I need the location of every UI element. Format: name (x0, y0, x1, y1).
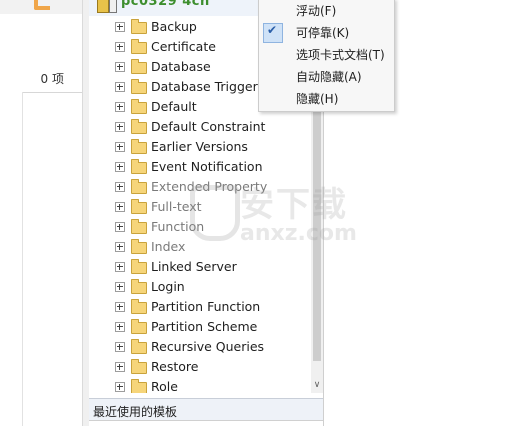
plus-expander-icon[interactable] (115, 282, 125, 292)
tree-node-label: Index (151, 239, 186, 254)
tree-node[interactable]: Linked Server (89, 257, 311, 277)
folder-icon (131, 359, 147, 374)
tree-node[interactable]: Recursive Queries (89, 337, 311, 357)
left-pane: 0 项 (0, 0, 82, 426)
tree-node-label: Certificate (151, 39, 216, 54)
folder-icon (131, 119, 147, 134)
plus-expander-icon[interactable] (115, 222, 125, 232)
left-pane-separator (22, 92, 82, 93)
tree-node-label: Earlier Versions (151, 139, 248, 154)
folder-icon (131, 379, 147, 393)
tree-node-label: Restore (151, 359, 199, 374)
tree-node-label: Default Constraint (151, 119, 266, 134)
plus-expander-icon[interactable] (115, 62, 125, 72)
tree-node[interactable]: Default Constraint (89, 117, 311, 137)
recent-templates-label: 最近使用的模板 (93, 405, 178, 419)
menu-item[interactable]: 选项卡式文档(T) (259, 43, 394, 65)
tree-node-label: Partition Scheme (151, 319, 258, 334)
menu-item[interactable]: ✔ 可停靠(K) (259, 21, 394, 43)
tree-node-label: Linked Server (151, 259, 237, 274)
template-toolbar-icon[interactable] (97, 0, 109, 13)
tree-node-label: Backup (151, 19, 197, 34)
menu-item-label: 选项卡式文档(T) (296, 48, 385, 62)
plus-expander-icon[interactable] (115, 82, 125, 92)
folder-icon (131, 79, 147, 94)
recent-templates-header[interactable]: 最近使用的模板 (89, 398, 323, 421)
menu-item[interactable]: 自动隐藏(A) (259, 65, 394, 87)
tree-node[interactable]: Event Notification (89, 157, 311, 177)
tree-node-label: Role (151, 379, 178, 393)
plus-expander-icon[interactable] (115, 342, 125, 352)
menu-item-label: 浮动(F) (296, 4, 337, 18)
template-toolbar-icon-2[interactable] (109, 0, 117, 13)
plus-expander-icon[interactable] (115, 182, 125, 192)
orange-arrow-icon (34, 0, 50, 10)
tree-node[interactable]: Role (89, 377, 311, 393)
folder-icon (131, 219, 147, 234)
folder-icon (131, 279, 147, 294)
folder-icon (131, 299, 147, 314)
tree-node[interactable]: Earlier Versions (89, 137, 311, 157)
plus-expander-icon[interactable] (115, 202, 125, 212)
plus-expander-icon[interactable] (115, 262, 125, 272)
tree-node[interactable]: Extended Property (89, 177, 311, 197)
tree-node[interactable]: Login (89, 277, 311, 297)
tree-node-label: Full-text (151, 199, 202, 214)
folder-icon (131, 319, 147, 334)
plus-expander-icon[interactable] (115, 242, 125, 252)
tree-node-label: Login (151, 279, 185, 294)
tree-node-label: Database Trigger (151, 79, 258, 94)
tree-node-label: Extended Property (151, 179, 268, 194)
plus-expander-icon[interactable] (115, 322, 125, 332)
folder-icon (131, 239, 147, 254)
plus-expander-icon[interactable] (115, 42, 125, 52)
tree-node[interactable]: Partition Function (89, 297, 311, 317)
tree-node-label: Default (151, 99, 197, 114)
menu-item-label: 隐藏(H) (296, 92, 339, 106)
folder-icon (131, 139, 147, 154)
toolbar-title: pc0329 4ch (121, 0, 210, 9)
folder-icon (131, 19, 147, 34)
tree-node[interactable]: Full-text (89, 197, 311, 217)
left-pane-vertical-line (22, 92, 23, 426)
folder-icon (131, 199, 147, 214)
folder-icon (131, 99, 147, 114)
tree-node[interactable]: Index (89, 237, 311, 257)
plus-expander-icon[interactable] (115, 102, 125, 112)
menu-item-label: 可停靠(K) (296, 26, 350, 40)
plus-expander-icon[interactable] (115, 122, 125, 132)
chevron-down-icon[interactable]: ∨ (313, 381, 321, 390)
menu-item-label: 自动隐藏(A) (296, 70, 362, 84)
folder-icon (131, 159, 147, 174)
folder-icon (131, 59, 147, 74)
tree-node-label: Event Notification (151, 159, 263, 174)
menu-item[interactable]: 浮动(F) (259, 0, 394, 21)
dock-context-menu: 浮动(F) ✔ 可停靠(K) 选项卡式文档(T) 自动隐藏(A) 隐藏(H) (258, 0, 395, 112)
menu-item[interactable]: 隐藏(H) (259, 87, 394, 109)
plus-expander-icon[interactable] (115, 382, 125, 392)
folder-icon (131, 179, 147, 194)
plus-expander-icon[interactable] (115, 162, 125, 172)
tree-node[interactable]: Partition Scheme (89, 317, 311, 337)
folder-icon (131, 259, 147, 274)
plus-expander-icon[interactable] (115, 142, 125, 152)
tree-node-label: Recursive Queries (151, 339, 265, 354)
item-count-label: 0 项 (40, 72, 64, 86)
tree-node-label: Partition Function (151, 299, 261, 314)
tree-node[interactable]: Function (89, 217, 311, 237)
plus-expander-icon[interactable] (115, 22, 125, 32)
plus-expander-icon[interactable] (115, 302, 125, 312)
tree-node[interactable]: Restore (89, 357, 311, 377)
folder-icon (131, 339, 147, 354)
plus-expander-icon[interactable] (115, 362, 125, 372)
checkmark-icon: ✔ (267, 23, 278, 37)
tree-node-label: Database (151, 59, 211, 74)
tree-node-label: Function (151, 219, 205, 234)
folder-icon (131, 39, 147, 54)
